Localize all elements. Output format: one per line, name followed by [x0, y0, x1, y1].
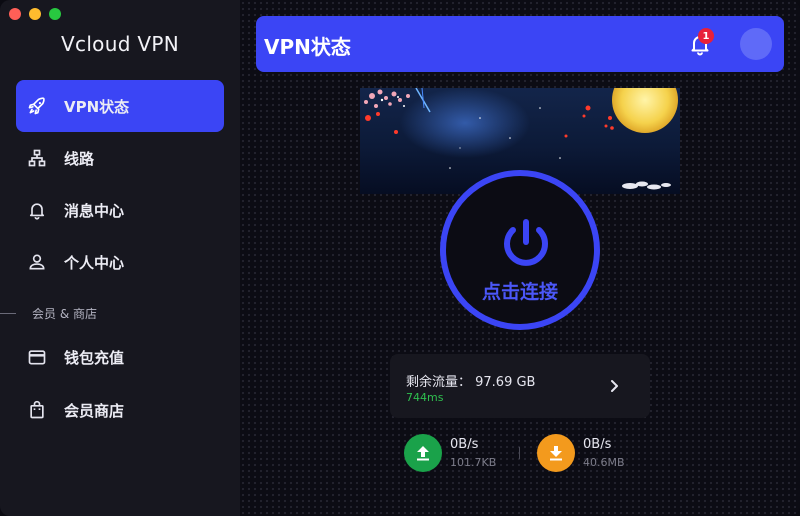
app-title: Vcloud VPN [61, 32, 179, 56]
upload-rate: 0B/s [450, 437, 479, 452]
maximize-window-button[interactable] [49, 8, 61, 20]
chevron-right-icon [611, 380, 618, 392]
upload-icon [404, 434, 442, 472]
rocket-icon [26, 95, 48, 117]
section-label: 会员 & 商店 [32, 307, 97, 321]
sidebar-item-label: 个人中心 [64, 253, 125, 272]
page-title: VPN状态 [264, 35, 351, 59]
connect-label: 点击连接 [481, 281, 558, 303]
remaining-traffic: 剩余流量： 97.69 GB [406, 375, 536, 390]
window-controls [9, 8, 61, 20]
latency: 744ms [406, 391, 444, 404]
network-icon [26, 147, 48, 169]
sidebar: Vcloud VPN VPN状态 线路 消息中心 个人中心 会员 & 商店 钱包… [0, 0, 240, 516]
download-rate: 0B/s [583, 437, 612, 452]
traffic-card[interactable]: 剩余流量： 97.69 GB 744ms [390, 354, 650, 418]
upload-total: 101.7KB [450, 456, 497, 469]
sidebar-item-wallet[interactable]: 钱包充值 [16, 331, 224, 383]
close-window-button[interactable] [9, 8, 21, 20]
app-window: Vcloud VPN VPN状态 线路 消息中心 个人中心 会员 & 商店 钱包… [0, 0, 800, 516]
download-stat: 0B/s 40.6MB [537, 434, 625, 472]
notification-badge: 1 [698, 28, 714, 44]
sidebar-item-routes[interactable]: 线路 [16, 132, 224, 184]
section-divider [0, 313, 16, 314]
sidebar-item-label: 钱包充值 [64, 348, 125, 367]
bell-icon [26, 199, 48, 221]
person-icon [26, 251, 48, 273]
upload-stat: 0B/s 101.7KB [404, 434, 496, 472]
minimize-window-button[interactable] [29, 8, 41, 20]
sidebar-item-shop[interactable]: 会员商店 [16, 384, 224, 436]
sidebar-item-label: 消息中心 [64, 201, 125, 220]
download-icon [537, 434, 575, 472]
header-bar: VPN状态 1 [256, 16, 784, 72]
sidebar-item-messages[interactable]: 消息中心 [16, 184, 224, 236]
download-total: 40.6MB [583, 456, 625, 469]
main-panel: VPN状态 1 点击连接 剩余流量： 97.69 GB 744ms 0B/s 1… [240, 0, 800, 516]
sidebar-item-label: 线路 [64, 149, 95, 168]
avatar[interactable] [740, 28, 772, 60]
connect-button[interactable]: 点击连接 [440, 170, 600, 330]
power-icon [504, 219, 548, 266]
shopping-bag-icon [26, 399, 48, 421]
sidebar-item-profile[interactable]: 个人中心 [16, 236, 224, 288]
speed-divider [519, 447, 520, 459]
sidebar-item-label: 会员商店 [64, 401, 125, 420]
sidebar-item-vpn-status[interactable]: VPN状态 [16, 80, 224, 132]
wallet-icon [26, 346, 48, 368]
sidebar-item-label: VPN状态 [64, 97, 130, 116]
